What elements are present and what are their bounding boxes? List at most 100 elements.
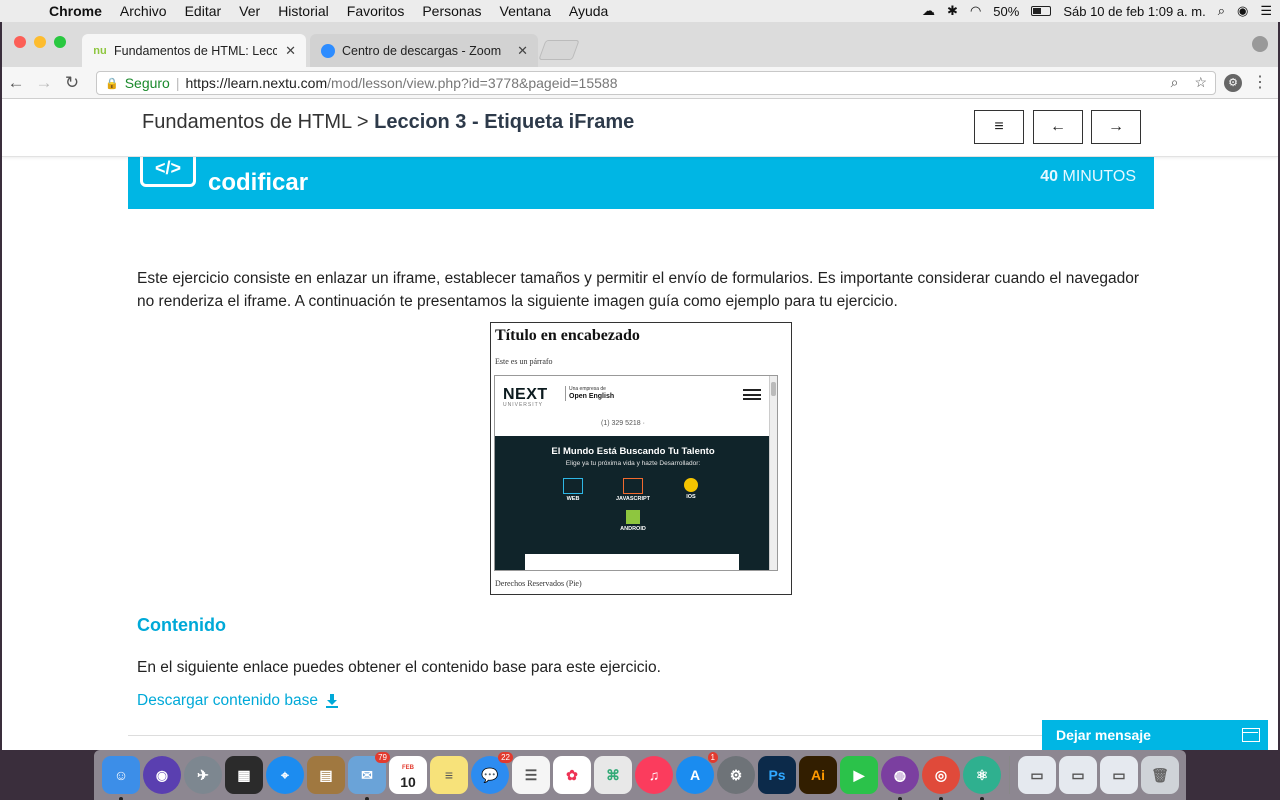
track-web: WEB <box>553 478 593 502</box>
lock-icon: 🔒 <box>105 77 119 90</box>
system-preferences-icon[interactable]: ⚙ <box>717 756 755 794</box>
track-label: ANDROID <box>620 526 646 532</box>
address-bar[interactable]: 🔒 Seguro | https://learn.nextu.com /mod/… <box>96 71 1216 95</box>
content-text: En el siguiente enlace puedes obtener el… <box>137 659 661 676</box>
tab-fundamentos-html[interactable]: nu Fundamentos de HTML: Leccio ✕ <box>82 34 306 67</box>
notebook-icon[interactable]: ▤ <box>307 756 345 794</box>
photoshop-icon[interactable]: Ps <box>758 756 796 794</box>
minimized-window-icon[interactable]: ▭ <box>1059 756 1097 794</box>
photos-icon[interactable]: ✿ <box>553 756 591 794</box>
atom-icon[interactable]: ⚛ <box>963 756 1001 800</box>
app-store-icon[interactable]: A1 <box>676 752 718 794</box>
menu-ver[interactable]: Ver <box>230 3 269 19</box>
track-android: ANDROID <box>613 510 653 532</box>
macos-dock: ☺ ◉ ✈ ▦ ⌖ ▤ ✉ 79 FEB 10 ≡ 💬 22 ☰ ✿ ⌘ ♫ A1 … <box>94 750 1186 800</box>
tab-zoom[interactable]: Centro de descargas - Zoom ✕ <box>310 34 538 67</box>
close-tab-icon[interactable]: ✕ <box>517 43 528 59</box>
forward-arrow-icon[interactable]: → <box>30 73 58 93</box>
example-white-box <box>525 554 739 570</box>
track-label: IOS <box>686 494 696 500</box>
arrow-left-icon: ← <box>1050 118 1066 135</box>
illustrator-icon[interactable]: Ai <box>799 756 837 794</box>
close-window-icon[interactable] <box>14 36 26 48</box>
menu-ayuda[interactable]: Ayuda <box>560 3 617 19</box>
download-base-content-link[interactable]: Descargar contenido base <box>137 692 338 710</box>
trash-icon[interactable]: 🗑 <box>1141 756 1179 794</box>
breadcrumb-course[interactable]: Fundamentos de HTML <box>142 111 351 133</box>
maps-icon[interactable]: ⌘ <box>594 756 632 794</box>
mission-control-icon[interactable]: ▦ <box>225 756 263 794</box>
example-title: Título en encabezado <box>495 327 640 344</box>
menu-favoritos[interactable]: Favoritos <box>338 3 414 19</box>
menu-ventana[interactable]: Ventana <box>491 3 560 19</box>
finder-icon[interactable]: ☺ <box>102 756 140 800</box>
new-tab-button[interactable] <box>538 40 580 60</box>
menu-app-name[interactable]: Chrome <box>40 3 111 19</box>
track-javascript: JAVASCRIPT <box>613 478 653 502</box>
next-page-button[interactable]: → <box>1091 110 1141 144</box>
hamburger-icon: ≡ <box>994 118 1004 135</box>
url-path: /mod/lesson/view.php?id=3778&pageid=1558… <box>327 75 618 91</box>
example-hero: El Mundo Está Buscando Tu Talento Elige … <box>495 436 771 570</box>
safari-icon[interactable]: ⌖ <box>266 756 304 794</box>
lesson-menu-button[interactable]: ≡ <box>974 110 1024 144</box>
chrome-icon[interactable]: ◎ <box>922 756 960 800</box>
menu-archivo[interactable]: Archivo <box>111 3 176 19</box>
menu-historial[interactable]: Historial <box>269 3 338 19</box>
extension-icon[interactable]: ⚙ <box>1224 74 1242 92</box>
example-footer: Derechos Reservados (Pie) <box>495 579 582 588</box>
mail-icon[interactable]: ✉ 79 <box>348 752 390 800</box>
siri-icon[interactable]: ◉ <box>1237 3 1248 19</box>
breadcrumb: Fundamentos de HTML > Leccion 3 - Etique… <box>142 111 634 134</box>
facetime-icon[interactable]: ▶ <box>840 756 878 794</box>
breadcrumb-lesson: Leccion 3 - Etiqueta iFrame <box>374 111 635 133</box>
siri-icon[interactable]: ◉ <box>143 756 181 794</box>
back-arrow-icon[interactable]: ← <box>2 73 30 93</box>
previous-page-button[interactable]: ← <box>1033 110 1083 144</box>
wifi-icon[interactable]: ◠ <box>970 3 981 19</box>
launchpad-icon[interactable]: ✈ <box>184 756 222 794</box>
nextu-logo-sub: UNIVERSITY <box>503 402 544 408</box>
dock-separator <box>1009 756 1010 794</box>
menu-personas[interactable]: Personas <box>413 3 490 19</box>
github-icon[interactable]: ◍ <box>881 756 919 800</box>
maximize-window-icon[interactable] <box>54 36 66 48</box>
spotlight-icon[interactable]: ⌕ <box>1218 3 1225 19</box>
leave-message-widget[interactable]: Dejar mensaje <box>1042 720 1268 750</box>
reload-icon[interactable]: ↻ <box>58 73 86 93</box>
menu-editar[interactable]: Editar <box>176 3 231 19</box>
zoom-search-icon[interactable]: ⌕ <box>1171 74 1179 91</box>
battery-percent[interactable]: 50% <box>993 4 1019 19</box>
intro-paragraph: Este ejercicio consiste en enlazar un if… <box>137 270 1139 310</box>
open-english-label: Una empresa de Open English <box>565 386 614 401</box>
notification-center-icon[interactable]: ☰ <box>1260 3 1272 19</box>
duration-unit: MINUTOS <box>1062 168 1136 185</box>
close-tab-icon[interactable]: ✕ <box>285 43 296 59</box>
separator: | <box>175 75 180 91</box>
duration-number: 40 <box>1040 168 1059 185</box>
calendar-icon[interactable]: FEB 10 <box>389 756 427 794</box>
hero-title: El Mundo Está Buscando Tu Talento <box>551 446 715 457</box>
music-icon[interactable]: ♫ <box>635 756 673 794</box>
banner-title: codificar <box>208 169 309 196</box>
profile-icon[interactable] <box>1252 36 1268 52</box>
battery-icon[interactable] <box>1031 6 1052 16</box>
clock[interactable]: Sáb 10 de feb 1:09 a. m. <box>1063 4 1205 19</box>
example-phone: (1) 329 5218 · <box>601 420 645 427</box>
minimize-window-icon[interactable] <box>34 36 46 48</box>
example-paragraph: Este es un párrafo <box>495 357 553 366</box>
notes-icon[interactable]: ≡ <box>430 756 468 794</box>
creative-cloud-icon[interactable]: ☁ <box>922 3 935 19</box>
chrome-menu-icon[interactable]: ⋮ <box>1252 72 1268 92</box>
minimized-window-icon[interactable]: ▭ <box>1018 756 1056 794</box>
example-scrollbar <box>769 376 777 570</box>
messages-icon[interactable]: 💬 22 <box>471 752 513 794</box>
reminders-icon[interactable]: ☰ <box>512 756 550 794</box>
leave-message-label: Dejar mensaje <box>1056 727 1151 743</box>
minimized-window-icon[interactable]: ▭ <box>1100 756 1138 794</box>
oe-name: Open English <box>569 393 615 400</box>
divider <box>128 735 1154 736</box>
mail-badge: 79 <box>375 752 390 763</box>
bluetooth-icon[interactable]: ✱ <box>947 3 958 19</box>
bookmark-star-icon[interactable]: ☆ <box>1194 74 1207 91</box>
